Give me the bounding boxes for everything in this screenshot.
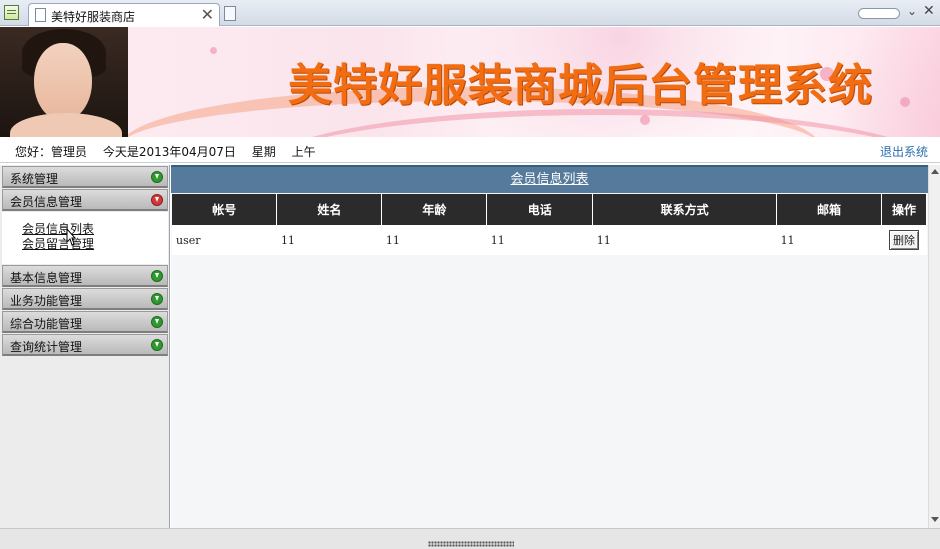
user-greeting: 您好：管理员 (15, 145, 88, 159)
column-header-age: 年龄 (381, 194, 488, 225)
banner-bokeh (640, 115, 650, 125)
window-layout-icon[interactable] (4, 5, 19, 20)
panel-header: 会员信息列表 (171, 165, 928, 193)
tab-title: 美特好服装商店 (51, 10, 136, 24)
portrait-face (34, 43, 92, 121)
greeting-line: 您好：管理员 今天是2013年04月07日 星期 上午 (15, 143, 328, 160)
expand-icon[interactable] (151, 316, 163, 328)
sidebar-section-basic-info[interactable]: 基本信息管理 (2, 265, 168, 287)
column-header-email: 邮箱 (776, 194, 882, 225)
expand-icon[interactable] (151, 293, 163, 305)
scroll-up-icon[interactable] (931, 169, 939, 174)
column-header-phone: 电话 (486, 194, 594, 225)
cell-age: 11 (381, 225, 487, 255)
vertical-scrollbar[interactable] (928, 165, 940, 528)
window-close-icon[interactable]: ✕ (923, 3, 935, 19)
page-title[interactable]: 会员信息列表 (510, 172, 588, 187)
sidebar-item-member-messages[interactable]: 会员留言管理 (22, 237, 168, 252)
chevron-down-icon[interactable]: ⌄ (907, 4, 917, 18)
column-header-account: 帐号 (172, 194, 278, 225)
sidebar-section-label: 查询统计管理 (10, 340, 83, 354)
column-header-action: 操作 (881, 194, 928, 225)
table-row: user 11 11 11 11 11 删除 (172, 225, 927, 255)
close-tab-icon[interactable]: ✕ (201, 5, 214, 24)
time-period: 上午 (291, 145, 316, 159)
collapse-icon[interactable] (151, 194, 163, 206)
sidebar-section-label: 系统管理 (10, 172, 59, 186)
bottom-bar (0, 528, 940, 549)
sidebar-item-member-list[interactable]: 会员信息列表 (22, 222, 168, 237)
sidebar-section-label: 会员信息管理 (10, 195, 83, 209)
column-header-name: 姓名 (276, 194, 383, 225)
cell-name: 11 (276, 225, 382, 255)
sidebar-section-label: 基本信息管理 (10, 271, 83, 285)
page-icon (35, 8, 46, 22)
info-bar: 您好：管理员 今天是2013年04月07日 星期 上午 退出系统 (0, 137, 940, 163)
new-tab-icon[interactable] (224, 6, 236, 21)
model-portrait (0, 27, 128, 137)
member-table: 帐号 姓名 年龄 电话 联系方式 邮箱 操作 user 11 11 11 11 … (172, 194, 928, 255)
sidebar-section-label: 业务功能管理 (10, 294, 83, 308)
portrait-shoulder (10, 113, 122, 137)
sidebar: 系统管理 会员信息管理 会员信息列表 会员留言管理 基本信息管理 业务功能管理 … (0, 165, 170, 528)
cell-contact: 11 (592, 225, 777, 255)
banner-bokeh (210, 47, 217, 54)
sidebar-section-members[interactable]: 会员信息管理 (2, 189, 168, 211)
site-banner: 美特好服装商城后台管理系统 (0, 27, 940, 137)
browser-chrome: 美特好服装商店 ✕ ⌄ ✕ (0, 0, 940, 26)
cell-phone: 11 (486, 225, 593, 255)
column-header-contact: 联系方式 (592, 194, 778, 225)
current-date: 今天是2013年04月07日 (102, 145, 236, 159)
address-pill[interactable] (858, 8, 900, 19)
main-panel: 会员信息列表 帐号 姓名 年龄 电话 联系方式 邮箱 操作 user 11 11… (171, 165, 928, 528)
banner-bokeh (900, 97, 910, 107)
scroll-down-icon[interactable] (931, 517, 939, 522)
expand-icon[interactable] (151, 171, 163, 183)
browser-tab[interactable]: 美特好服装商店 ✕ (28, 3, 220, 26)
mouse-cursor-icon (66, 228, 76, 246)
resize-grip-handle[interactable] (428, 541, 514, 547)
cell-account: user (172, 225, 277, 255)
delete-button[interactable]: 删除 (888, 230, 919, 250)
sidebar-section-label: 综合功能管理 (10, 317, 83, 331)
sidebar-section-statistics[interactable]: 查询统计管理 (2, 334, 168, 356)
banner-title: 美特好服装商城后台管理系统 (288, 60, 873, 111)
expand-icon[interactable] (151, 270, 163, 282)
logout-link[interactable]: 退出系统 (880, 143, 928, 160)
cell-action: 删除 (881, 225, 927, 255)
expand-icon[interactable] (151, 339, 163, 351)
weekday-label: 星期 (251, 145, 276, 159)
table-header-row: 帐号 姓名 年龄 电话 联系方式 邮箱 操作 (172, 194, 928, 225)
sidebar-section-integrated[interactable]: 综合功能管理 (2, 311, 168, 333)
sidebar-section-system[interactable]: 系统管理 (2, 166, 168, 188)
sidebar-submenu-members: 会员信息列表 会员留言管理 (2, 212, 168, 264)
cell-email: 11 (776, 225, 882, 255)
sidebar-section-business[interactable]: 业务功能管理 (2, 288, 168, 310)
